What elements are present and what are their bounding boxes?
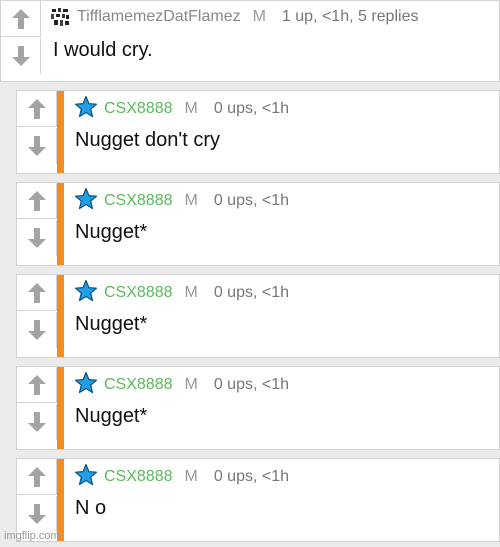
mod-badge: M — [184, 191, 198, 209]
comment-text: Nugget* — [75, 313, 148, 335]
arrow-down-icon — [27, 228, 46, 248]
username-link[interactable]: CSX8888 — [104, 468, 173, 486]
arrow-up-icon — [27, 190, 46, 211]
comment-text: Nugget* — [75, 221, 148, 243]
upvote-button[interactable] — [17, 275, 57, 311]
pixel-avatar[interactable] — [51, 8, 69, 26]
downvote-button[interactable] — [17, 496, 57, 532]
comment-stats: 1 up, <1h, 5 replies — [281, 8, 419, 25]
downvote-button[interactable] — [17, 128, 57, 164]
arrow-down-icon — [27, 136, 46, 156]
comment-top: TifflamemezDatFlamez M 1 up, <1h, 5 repl… — [0, 0, 500, 82]
reply-comment: CSX8888 M 0 ups, <1h Nugget* — [16, 182, 500, 266]
star-icon[interactable] — [74, 463, 98, 487]
username-link[interactable]: TifflamemezDatFlamez — [77, 8, 241, 26]
arrow-down-icon — [27, 412, 46, 432]
mod-badge: M — [184, 283, 198, 301]
downvote-button[interactable] — [1, 38, 41, 74]
reply-comment: CSX8888 M 0 ups, <1h Nugget don't cry — [16, 90, 500, 174]
star-icon[interactable] — [74, 279, 98, 303]
star-icon[interactable] — [74, 95, 98, 119]
vote-controls — [17, 275, 57, 357]
thread-bar — [57, 91, 64, 173]
comment-stats: 0 ups, <1h — [213, 375, 289, 393]
downvote-button[interactable] — [17, 404, 57, 440]
arrow-down-icon — [11, 46, 30, 66]
comment-stats: 0 ups, <1h — [213, 191, 289, 209]
vote-controls — [17, 367, 57, 449]
vote-controls — [17, 91, 57, 173]
mod-badge: M — [184, 99, 198, 117]
comment-stats: 0 ups, <1h — [213, 467, 289, 485]
upvote-button[interactable] — [17, 183, 57, 219]
username-link[interactable]: CSX8888 — [104, 284, 173, 302]
star-icon[interactable] — [74, 187, 98, 211]
thread-bar — [57, 183, 64, 265]
comment-body: CSX8888 M 0 ups, <1h N o — [64, 459, 499, 541]
arrow-up-icon — [11, 8, 30, 29]
comment-text: Nugget don't cry — [75, 129, 221, 151]
arrow-down-icon — [27, 504, 46, 524]
mod-badge: M — [252, 8, 266, 25]
upvote-button[interactable] — [1, 1, 41, 37]
watermark: imgflip.com — [4, 530, 60, 542]
username-link[interactable]: CSX8888 — [104, 376, 173, 394]
thread-bar — [57, 367, 64, 449]
comment-stats: 0 ups, <1h — [213, 283, 289, 301]
comment-body: CSX8888 M 0 ups, <1h Nugget don't cry — [64, 91, 499, 173]
star-icon[interactable] — [74, 371, 98, 395]
comment-meta: CSX8888 M 0 ups, <1h — [74, 463, 289, 487]
vote-controls — [17, 459, 57, 541]
vote-controls — [17, 183, 57, 265]
mod-badge: M — [184, 467, 198, 485]
username-link[interactable]: CSX8888 — [104, 100, 173, 118]
downvote-button[interactable] — [17, 220, 57, 256]
comment-meta: CSX8888 M 0 ups, <1h — [74, 95, 289, 119]
comment-body: CSX8888 M 0 ups, <1h Nugget* — [64, 367, 499, 449]
comment-text: Nugget* — [75, 405, 148, 427]
reply-comment: CSX8888 M 0 ups, <1h Nugget* — [16, 366, 500, 450]
reply-comment: CSX8888 M 0 ups, <1h Nugget* — [16, 274, 500, 358]
comment-meta: CSX8888 M 0 ups, <1h — [74, 371, 289, 395]
upvote-button[interactable] — [17, 367, 57, 403]
comment-body: CSX8888 M 0 ups, <1h Nugget* — [64, 275, 499, 357]
thread-bar — [57, 275, 64, 357]
comment-text: I would cry. — [53, 39, 153, 61]
arrow-up-icon — [27, 374, 46, 395]
username-link[interactable]: CSX8888 — [104, 192, 173, 210]
vote-controls — [1, 1, 41, 81]
reply-comment: CSX8888 M 0 ups, <1h N o — [16, 458, 500, 542]
arrow-up-icon — [27, 282, 46, 303]
upvote-button[interactable] — [17, 91, 57, 127]
comment-meta: CSX8888 M 0 ups, <1h — [74, 187, 289, 211]
arrow-up-icon — [27, 98, 46, 119]
comment-body: CSX8888 M 0 ups, <1h Nugget* — [64, 183, 499, 265]
comment-meta: TifflamemezDatFlamez M 1 up, <1h, 5 repl… — [51, 8, 418, 26]
thread-bar — [57, 459, 64, 541]
upvote-button[interactable] — [17, 459, 57, 495]
comment-text: N o — [75, 497, 107, 519]
mod-badge: M — [184, 375, 198, 393]
comment-stats: 0 ups, <1h — [213, 99, 289, 117]
arrow-down-icon — [27, 320, 46, 340]
comment-body: TifflamemezDatFlamez M 1 up, <1h, 5 repl… — [41, 1, 499, 81]
downvote-button[interactable] — [17, 312, 57, 348]
comment-meta: CSX8888 M 0 ups, <1h — [74, 279, 289, 303]
arrow-up-icon — [27, 466, 46, 487]
